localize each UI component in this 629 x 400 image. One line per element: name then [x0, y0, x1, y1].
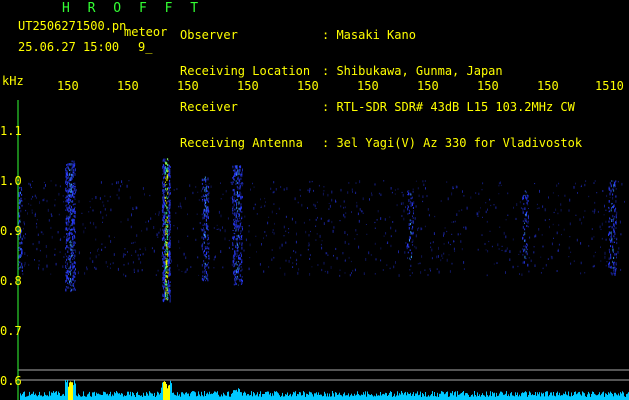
y-tick-label: 0.9 — [0, 224, 22, 238]
background-noise — [20, 180, 625, 278]
x-tick-label: 1510 — [595, 79, 624, 93]
x-tick-label: 150 — [177, 79, 199, 93]
y-tick-label: 1.0 — [0, 174, 22, 188]
info-row-location: Receiving Location: Shibukawa, Gunma, Ja… — [180, 64, 503, 78]
x-tick-label: 150 — [477, 79, 499, 93]
x-tick-label: 150 — [117, 79, 139, 93]
y-tick-label: 1.1 — [0, 124, 22, 138]
y-tick-label: 0.8 — [0, 274, 22, 288]
meteor-echo-bands — [18, 158, 617, 303]
x-tick-label: 150 — [357, 79, 379, 93]
y-tick-label: 0.6 — [0, 374, 22, 388]
x-tick-label: 150 — [237, 79, 259, 93]
y-axis-unit: kHz — [2, 74, 24, 88]
x-tick-label: 150 — [297, 79, 319, 93]
info-row-observer: Observer: Masaki Kano — [180, 28, 416, 42]
x-tick-label: 150 — [417, 79, 439, 93]
x-tick-label: 150 — [537, 79, 559, 93]
info-row-antenna: Receiving Antenna: 3el Yagi(V) Az 330 fo… — [180, 136, 583, 150]
x-tick-label: 150 — [57, 79, 79, 93]
meteor-label: meteor — [124, 25, 168, 39]
meteor-count: 9_ — [138, 40, 153, 54]
filename: UT2506271500.pn — [18, 19, 127, 33]
info-row-receiver: Receiver: RTL-SDR SDR# 43dB L15 103.2MHz… — [180, 100, 575, 114]
y-tick-label: 0.7 — [0, 324, 22, 338]
timestamp: 25.06.27 15:00 — [18, 40, 120, 54]
signal-level-bar — [20, 380, 629, 400]
